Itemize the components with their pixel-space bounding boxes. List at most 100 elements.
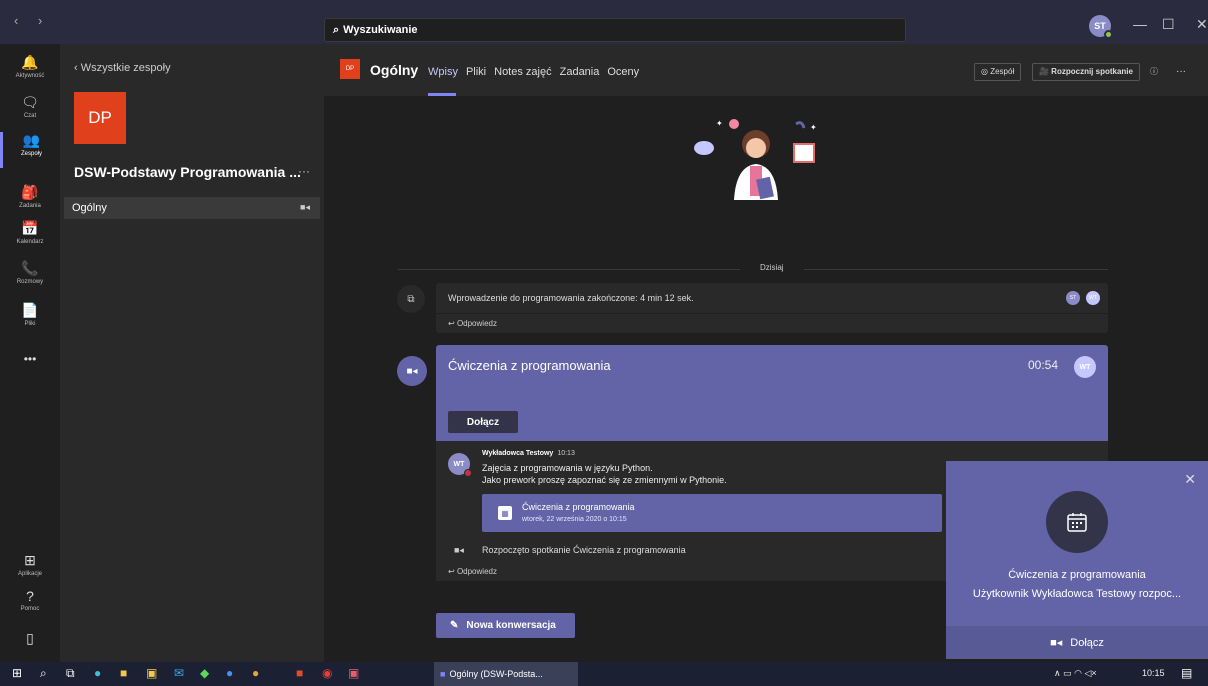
task-view-icon[interactable]: ⧉ xyxy=(66,666,75,681)
system-tray-icons[interactable]: ∧ ▭ ◠ ◁× xyxy=(1054,668,1097,679)
toast-message: Użytkownik Wykładowca Testowy rozpoc... xyxy=(972,588,1182,600)
forward-arrow-icon[interactable]: › xyxy=(38,13,50,28)
rail-label: Zespoły xyxy=(20,151,42,157)
close-button[interactable]: ✕ xyxy=(1196,16,1208,33)
meeting-duration: 00:54 xyxy=(1028,358,1059,372)
team-name: DSW-Podstawy Programowania ... xyxy=(74,164,301,180)
meeting-toast: ✕ Ćwiczenia z programowania Użytkownik W… xyxy=(946,461,1208,659)
author-name[interactable]: Wykładowca Testowy xyxy=(482,450,553,457)
author-avatar[interactable]: WT xyxy=(448,453,472,477)
video-camera-icon: ■◂ xyxy=(1050,637,1063,649)
search-icon[interactable]: ⌕ xyxy=(40,666,47,681)
minimize-button[interactable]: — xyxy=(1133,16,1147,32)
rail-item-help[interactable]: ? Pomoc xyxy=(0,588,60,624)
channel-item-general[interactable]: Ogólny ■◂ xyxy=(64,197,320,219)
start-meeting-button[interactable]: 🎥 Rozpocznij spotkanie xyxy=(1032,63,1140,81)
shield-icon[interactable]: ◆ xyxy=(200,666,209,680)
rail-item-activity[interactable]: 🔔 Aktywność xyxy=(0,54,60,90)
participant-avatar[interactable]: ST xyxy=(1066,291,1080,305)
compose-icon: ✎ xyxy=(450,620,459,631)
message-line: Zajęcia z programowania w języku Python. xyxy=(482,463,653,473)
nav-arrows[interactable]: ‹ › xyxy=(14,13,50,28)
new-conversation-label: Nowa konwersacja xyxy=(466,620,556,631)
app-icon[interactable]: ● xyxy=(226,666,233,680)
mail-icon[interactable]: ✉ xyxy=(174,666,184,680)
teams-icon: ■ xyxy=(440,669,446,679)
meeting-ended-post: Wprowadzenie do programowania zakończone… xyxy=(436,283,1108,333)
rail-label: Pliki xyxy=(24,321,36,327)
tab-files[interactable]: Pliki xyxy=(466,66,486,78)
files-icon: 📄 xyxy=(21,302,39,318)
reply-button[interactable]: ↩ Odpowiedz xyxy=(448,567,497,576)
rail-item-calls[interactable]: 📞 Rozmowy xyxy=(0,260,60,296)
meeting-video-icon: ■◂ xyxy=(397,356,427,386)
chat-icon: 🗨 xyxy=(21,94,39,110)
message-body: Zajęcia z programowania w języku Python.… xyxy=(482,462,727,486)
store-icon[interactable]: ▣ xyxy=(146,666,157,680)
windows-start-icon[interactable]: ⊞ xyxy=(12,666,22,680)
info-icon[interactable]: ⓘ xyxy=(1144,63,1164,81)
taskbar-teams-app[interactable]: ■ Ogólny (DSW-Podsta... xyxy=(434,662,578,686)
rail-item-teams[interactable]: 👥 Zespoły xyxy=(0,132,60,168)
office-icon[interactable]: ■ xyxy=(296,666,303,680)
maximize-button[interactable]: ☐ xyxy=(1162,16,1175,33)
channel-logo: DP xyxy=(340,59,360,79)
all-teams-label: Wszystkie zespoły xyxy=(80,62,171,74)
search-icon: ⌕ xyxy=(333,23,340,36)
post-separator xyxy=(436,313,1108,314)
rail-item-calendar[interactable]: 📅 Kalendarz xyxy=(0,220,60,256)
team-logo: DP xyxy=(74,92,126,144)
message-time: 10:13 xyxy=(557,450,575,457)
user-initials: ST xyxy=(1094,21,1106,31)
team-button[interactable]: ◎ Zespół xyxy=(974,63,1022,81)
new-conversation-button[interactable]: ✎ Nowa konwersacja xyxy=(436,613,575,638)
more-options-button[interactable]: ··· xyxy=(1170,63,1192,81)
clock[interactable]: 10:15 xyxy=(1142,668,1165,678)
meeting-started-text: Rozpoczęto spotkanie Ćwiczenia z program… xyxy=(482,545,686,555)
meeting-card: Ćwiczenia z programowania 00:54 WT Dołąc… xyxy=(436,345,1108,441)
toast-join-button[interactable]: ■◂ Dołącz xyxy=(946,626,1208,659)
calendar-icon: ▦ xyxy=(498,506,512,520)
meeting-avatar[interactable]: WT xyxy=(1074,356,1096,378)
rail-item-files[interactable]: 📄 Pliki xyxy=(0,302,60,338)
meeting-ended-icon: ⧉ xyxy=(397,285,425,313)
notification-icon[interactable]: ▤ xyxy=(1181,666,1192,680)
meeting-invite-card[interactable]: ▦ Ćwiczenia z programowania wtorek, 22 w… xyxy=(482,494,942,532)
calendar-icon: 📅 xyxy=(21,220,39,236)
rail-label: Czat xyxy=(23,113,37,119)
date-label: Dzisiaj xyxy=(740,263,804,272)
chrome-icon[interactable]: ● xyxy=(252,666,259,680)
svg-text:✦: ✦ xyxy=(716,119,723,128)
edge-icon[interactable]: ● xyxy=(94,666,101,680)
app-rail: 🔔 Aktywność 🗨 Czat 👥 Zespoły 🎒 Zadania 📅… xyxy=(0,44,60,662)
reply-button[interactable]: ↩ Odpowiedz xyxy=(448,319,497,328)
record-icon[interactable]: ◉ xyxy=(322,666,332,680)
tab-grades[interactable]: Oceny xyxy=(607,66,639,78)
search-placeholder: Wyszukiwanie xyxy=(343,24,418,36)
channel-header: DP Ogólny Wpisy Pliki Notes zajęć Zadani… xyxy=(324,44,1208,96)
team-more-button[interactable]: ··· xyxy=(298,164,310,178)
tab-assignments[interactable]: Zadania xyxy=(560,66,600,78)
user-avatar[interactable]: ST xyxy=(1089,15,1113,39)
rail-item-assignments[interactable]: 🎒 Zadania xyxy=(0,184,60,220)
all-teams-link[interactable]: ‹ Wszystkie zespoły xyxy=(74,62,171,74)
rail-label: Aplikacje xyxy=(17,571,42,577)
tab-notebook[interactable]: Notes zajęć xyxy=(494,66,551,78)
join-meeting-button[interactable]: Dołącz xyxy=(448,411,518,433)
mobile-download-button[interactable]: ▯ xyxy=(0,630,60,666)
file-explorer-icon[interactable]: ■ xyxy=(120,666,127,680)
toast-close-icon[interactable]: ✕ xyxy=(1184,471,1196,488)
more-apps-button[interactable]: ••• xyxy=(0,352,60,388)
calendar-icon xyxy=(1067,513,1087,532)
tab-posts[interactable]: Wpisy xyxy=(428,66,458,78)
search-input[interactable]: ⌕ Wyszukiwanie xyxy=(324,18,906,42)
participant-avatar[interactable]: WT xyxy=(1086,291,1100,305)
channel-title: Ogólny xyxy=(370,62,419,78)
app-icon[interactable]: ▣ xyxy=(348,666,359,680)
rail-item-apps[interactable]: ⊞ Aplikacje xyxy=(0,552,60,588)
rail-label: Pomoc xyxy=(20,606,40,612)
title-bar: ‹ › ⌕ Wyszukiwanie ST — ☐ ✕ xyxy=(0,0,1208,44)
back-arrow-icon[interactable]: ‹ xyxy=(14,13,26,28)
rail-item-chat[interactable]: 🗨 Czat xyxy=(0,94,60,130)
channel-tabs: Wpisy Pliki Notes zajęć Zadania Oceny xyxy=(428,66,639,78)
